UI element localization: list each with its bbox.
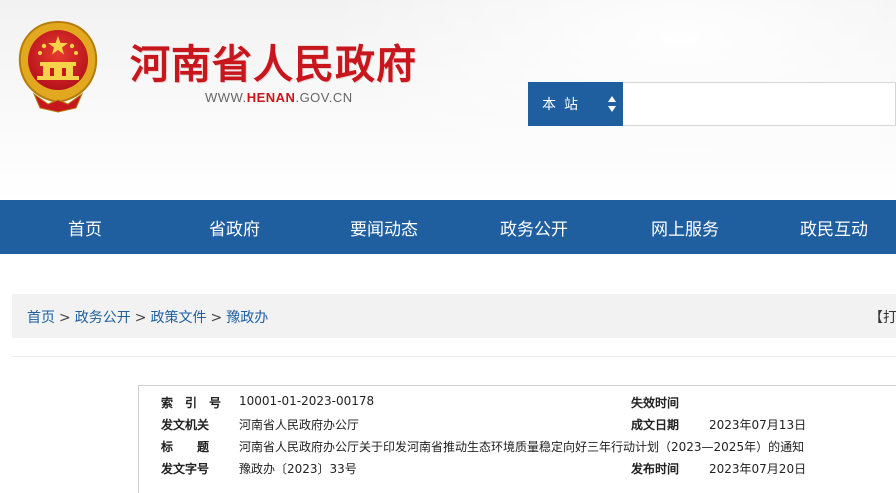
expiry-label: 失效时间 xyxy=(631,396,680,410)
title-label: 标 题 xyxy=(161,440,210,454)
site-title[interactable]: 河南省人民政府 xyxy=(130,32,417,90)
breadcrumb-separator: > xyxy=(134,310,147,326)
created-label: 成文日期 xyxy=(631,418,680,432)
breadcrumb-yuzhengban[interactable]: 豫政办 xyxy=(226,310,268,326)
search-scope-select[interactable]: 本站 xyxy=(528,82,623,126)
info-row-title: 标 题 河南省人民政府办公厅关于印发河南省推动生态环境质量稳定向好三年行动计划（… xyxy=(139,434,896,456)
breadcrumb-separator: > xyxy=(59,310,71,326)
published-value: 2023年07月20日 xyxy=(709,462,807,476)
breadcrumb-bar: 首页>政务公开>政策文件>豫政办 【打印 xyxy=(12,294,896,338)
print-link[interactable]: 【打印 xyxy=(869,307,896,327)
search-box: 本站 xyxy=(528,82,896,126)
docno-label: 发文字号 xyxy=(161,462,210,476)
national-emblem-icon[interactable] xyxy=(14,18,102,114)
nav-item-home[interactable]: 首页 xyxy=(68,200,102,254)
nav-item-public-interaction[interactable]: 政民互动 xyxy=(800,200,868,254)
nav-item-online-services[interactable]: 网上服务 xyxy=(651,200,719,254)
nav-item-government-affairs[interactable]: 政务公开 xyxy=(500,200,568,254)
nav-item-news[interactable]: 要闻动态 xyxy=(350,200,418,254)
index-value: 10001-01-2023-00178 xyxy=(239,394,375,408)
created-value: 2023年07月13日 xyxy=(709,418,807,432)
main-nav: 首页 省政府 要闻动态 政务公开 网上服务 政民互动 xyxy=(0,200,896,254)
issuer-label: 发文机关 xyxy=(161,418,210,432)
breadcrumb-government-affairs[interactable]: 政务公开 xyxy=(75,310,131,326)
document-info-table: 索 引 号 10001-01-2023-00178 失效时间 发文机关 河南省人… xyxy=(138,385,896,493)
published-label: 发布时间 xyxy=(631,462,680,476)
title-value: 河南省人民政府办公厅关于印发河南省推动生态环境质量稳定向好三年行动计划（2023… xyxy=(239,440,805,454)
info-row-index: 索 引 号 10001-01-2023-00178 失效时间 xyxy=(139,390,896,412)
breadcrumb-separator: > xyxy=(210,310,223,326)
info-row-docno: 发文字号 豫政办〔2023〕33号 发布时间 2023年07月20日 xyxy=(139,456,896,478)
info-row-issuer: 发文机关 河南省人民政府办公厅 成文日期 2023年07月13日 xyxy=(139,412,896,434)
site-url-prefix: WWW. xyxy=(205,90,247,105)
breadcrumb-home[interactable]: 首页 xyxy=(27,310,55,326)
site-url-highlight: HENAN xyxy=(246,90,296,105)
search-input[interactable] xyxy=(625,83,895,125)
site-url-suffix: .GOV.CN xyxy=(295,90,353,105)
site-url: WWW.HENAN.GOV.CN xyxy=(205,90,353,105)
breadcrumb-policy-documents[interactable]: 政策文件 xyxy=(150,310,206,326)
index-label: 索 引 号 xyxy=(161,396,222,410)
issuer-value: 河南省人民政府办公厅 xyxy=(239,418,360,432)
updown-arrows-icon xyxy=(608,96,616,112)
search-scope-label: 本站 xyxy=(542,97,586,113)
nav-item-province-government[interactable]: 省政府 xyxy=(209,200,260,254)
site-header: 河南省人民政府 WWW.HENAN.GOV.CN 本站 xyxy=(0,0,896,200)
breadcrumb: 首页 > 政务公开 > 政策文件 > 豫政办 xyxy=(27,307,268,327)
docno-value: 豫政办〔2023〕33号 xyxy=(239,462,357,476)
